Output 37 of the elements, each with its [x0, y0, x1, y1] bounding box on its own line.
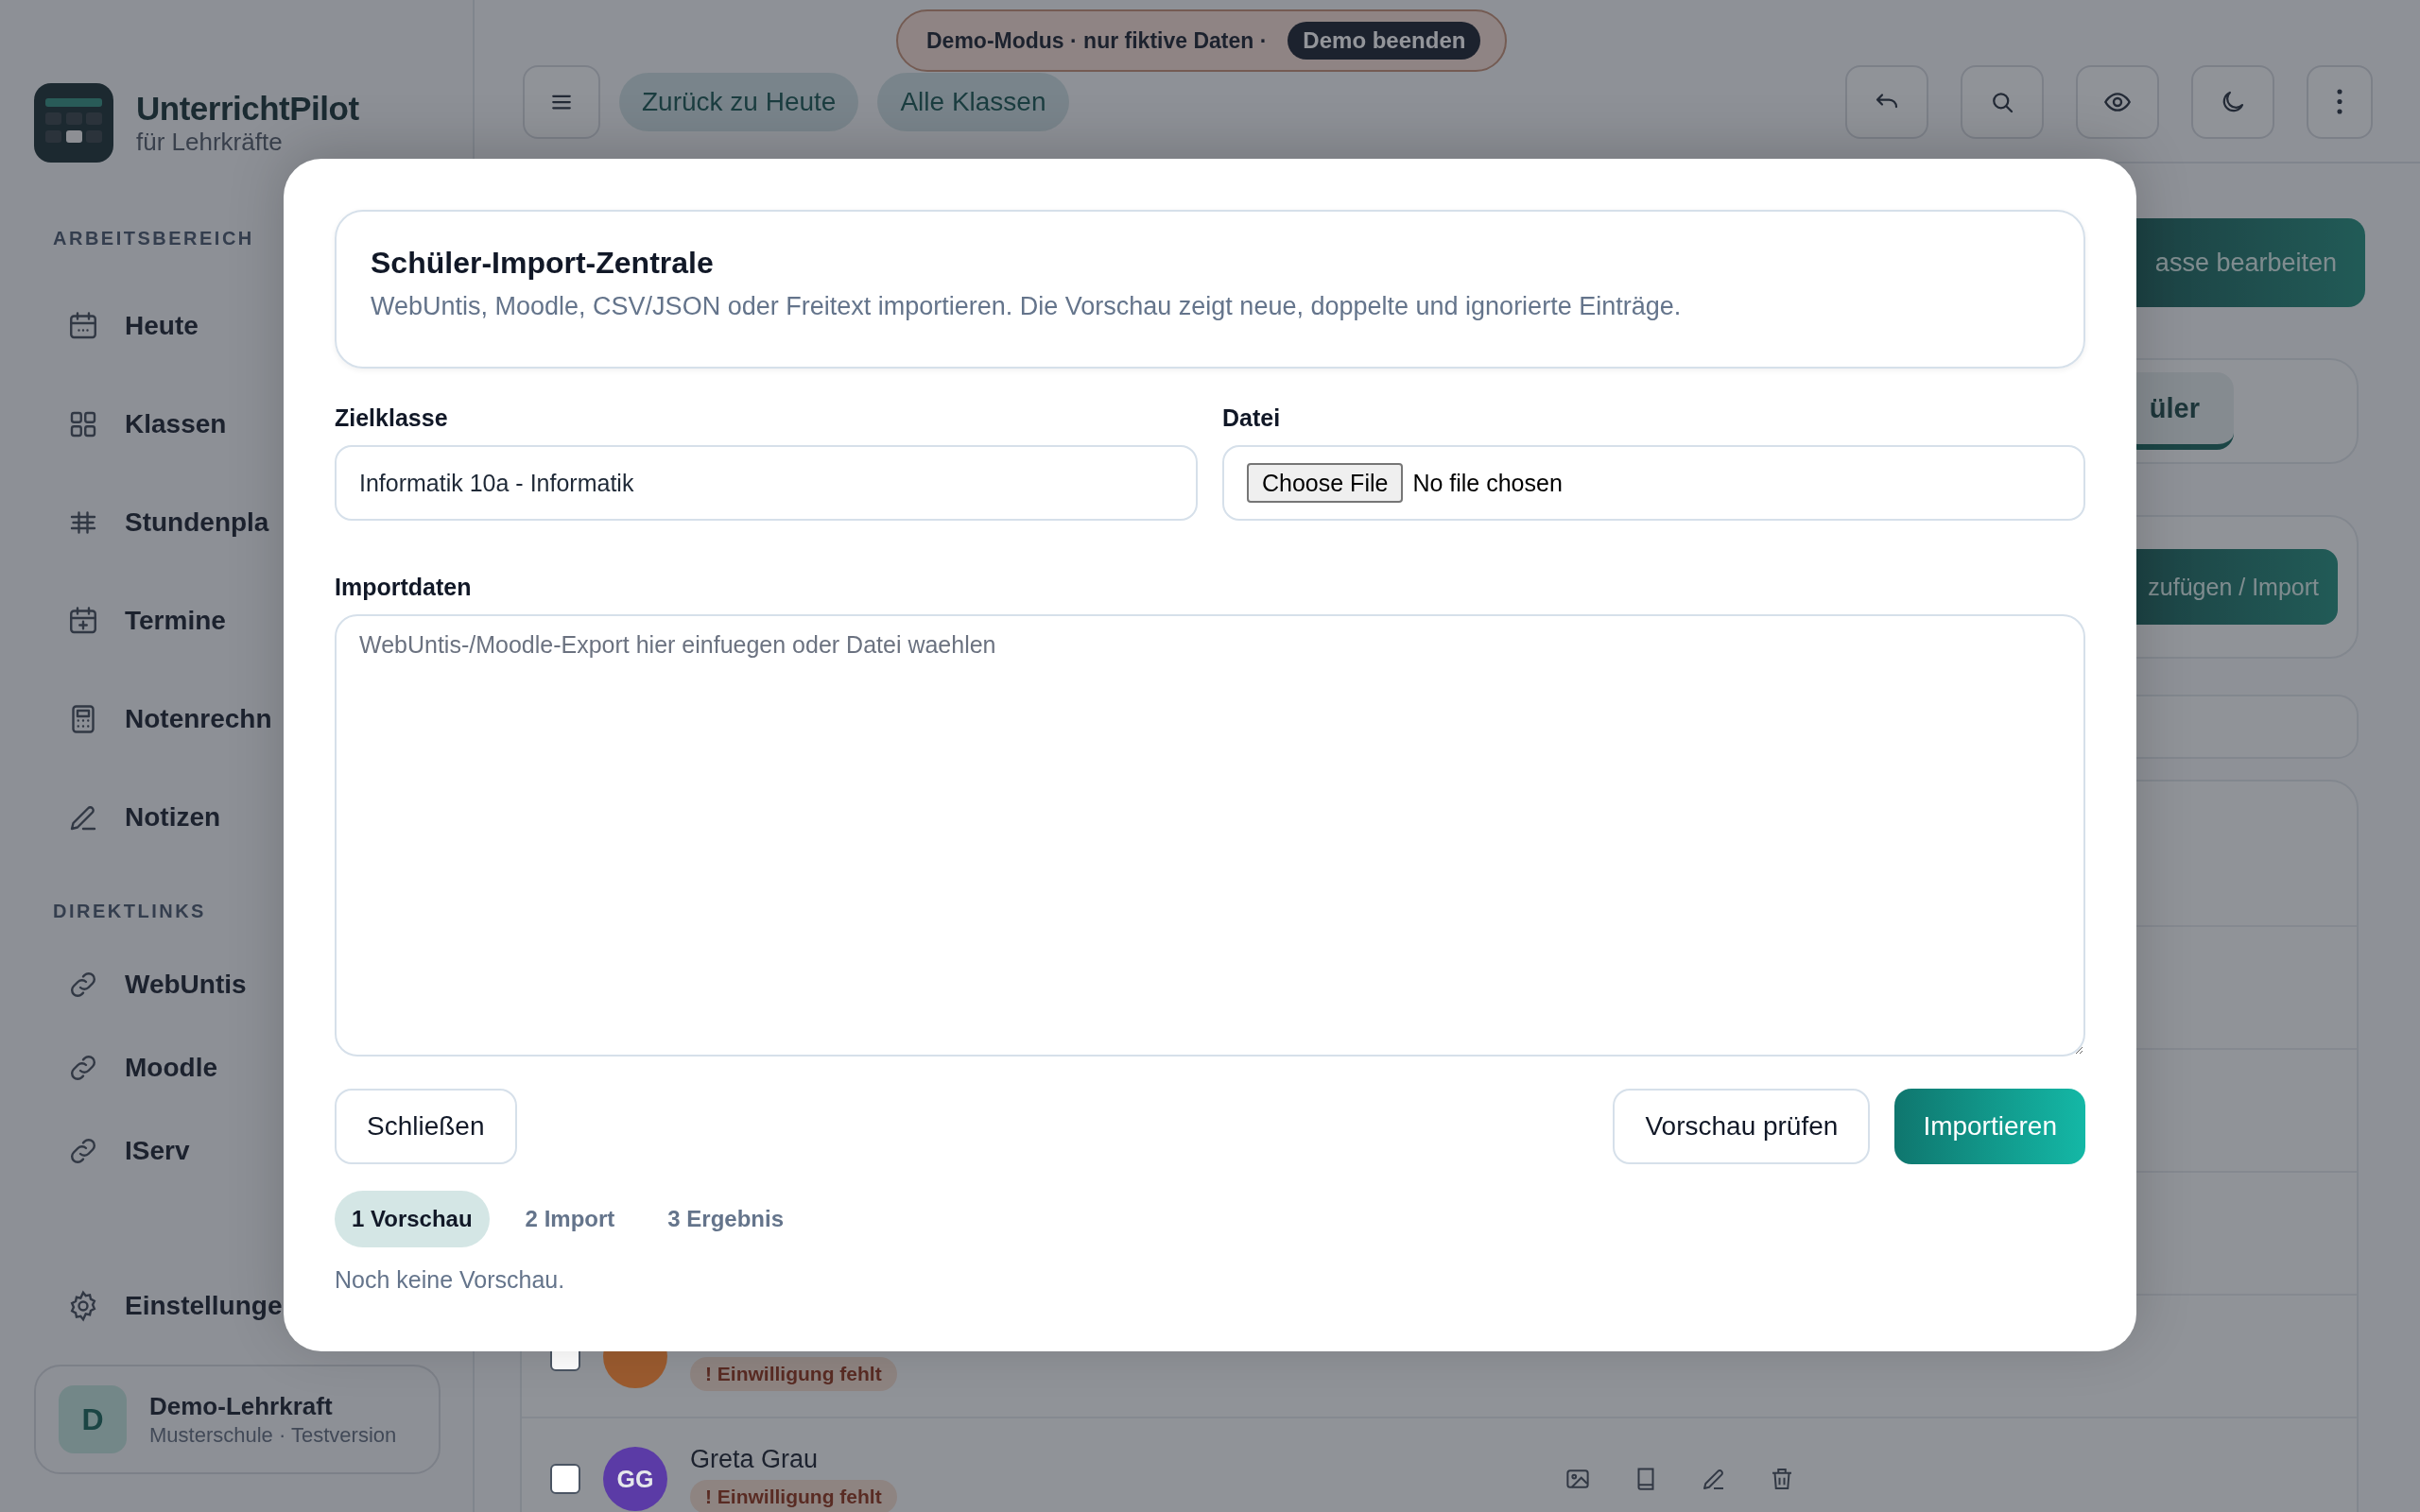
dark-mode-button[interactable]	[2191, 64, 2274, 139]
consent-badge: ! Einwilligung fehlt	[690, 1479, 897, 1512]
import-button[interactable]: Importieren	[1894, 1089, 2085, 1164]
dialog-description: WebUntis, Moodle, CSV/JSON oder Freitext importieren. Die Vorschau zeigt neue, doppelte und ignorierte Einträge.	[371, 292, 1683, 321]
section-label: ARBEITSBEREICH	[53, 228, 255, 249]
section-label: DIREKTLINKS	[53, 901, 207, 922]
consent-badge: ! Einwilligung fehlt	[690, 1356, 897, 1391]
class-select[interactable]: Informatik 10a - Informatik	[335, 445, 1198, 521]
nav-pill[interactable]: Zurück zu Heute	[619, 72, 859, 131]
close-button[interactable]: Schließen	[335, 1089, 517, 1164]
import-textarea[interactable]: WebUntis-/Moodle-Export hier einfuegen oder Datei waehlen	[335, 614, 2085, 1057]
student-avatar: GG	[603, 1447, 667, 1511]
end-demo-button[interactable]: Demo beenden	[1288, 22, 1481, 60]
preview-button[interactable]: Vorschau prüfen	[1613, 1089, 1871, 1164]
eye-button[interactable]	[2076, 64, 2159, 139]
more-icon	[2337, 89, 2342, 114]
dialog-title: Schüler-Import-Zentrale	[371, 246, 715, 281]
profile-avatar: D	[59, 1385, 127, 1453]
field-label: Zielklasse	[335, 404, 449, 432]
profile-name: Demo-Lehrkraft	[149, 1391, 334, 1421]
step-tab[interactable]: 2 Import	[508, 1191, 632, 1247]
menu-button[interactable]	[523, 64, 600, 139]
student-name: Greta Grau	[690, 1444, 820, 1474]
step-tab[interactable]: 1 Vorschau	[335, 1191, 490, 1247]
profile-card[interactable]: D Demo-Lehrkraft Musterschule · Testversion	[34, 1365, 441, 1474]
demo-banner-text: Demo-Modus · nur fiktive Daten ·	[926, 27, 1268, 54]
preview-status: Noch keine Vorschau.	[335, 1266, 566, 1294]
nav-pill[interactable]: Alle Klassen	[877, 72, 1069, 131]
field-label: Datei	[1222, 404, 1282, 432]
row-checkbox[interactable]	[550, 1464, 580, 1494]
profile-subtitle: Musterschule · Testversion	[149, 1422, 397, 1448]
step-tab[interactable]: 3 Ergebnis	[650, 1191, 801, 1247]
app-name: UnterrichtPilot	[136, 89, 359, 128]
file-status: No file chosen	[1412, 469, 1563, 497]
field-label: Importdaten	[335, 574, 473, 601]
app-subtitle: für Lehrkräfte	[136, 127, 284, 157]
choose-file-button[interactable]: Choose File	[1247, 463, 1404, 503]
